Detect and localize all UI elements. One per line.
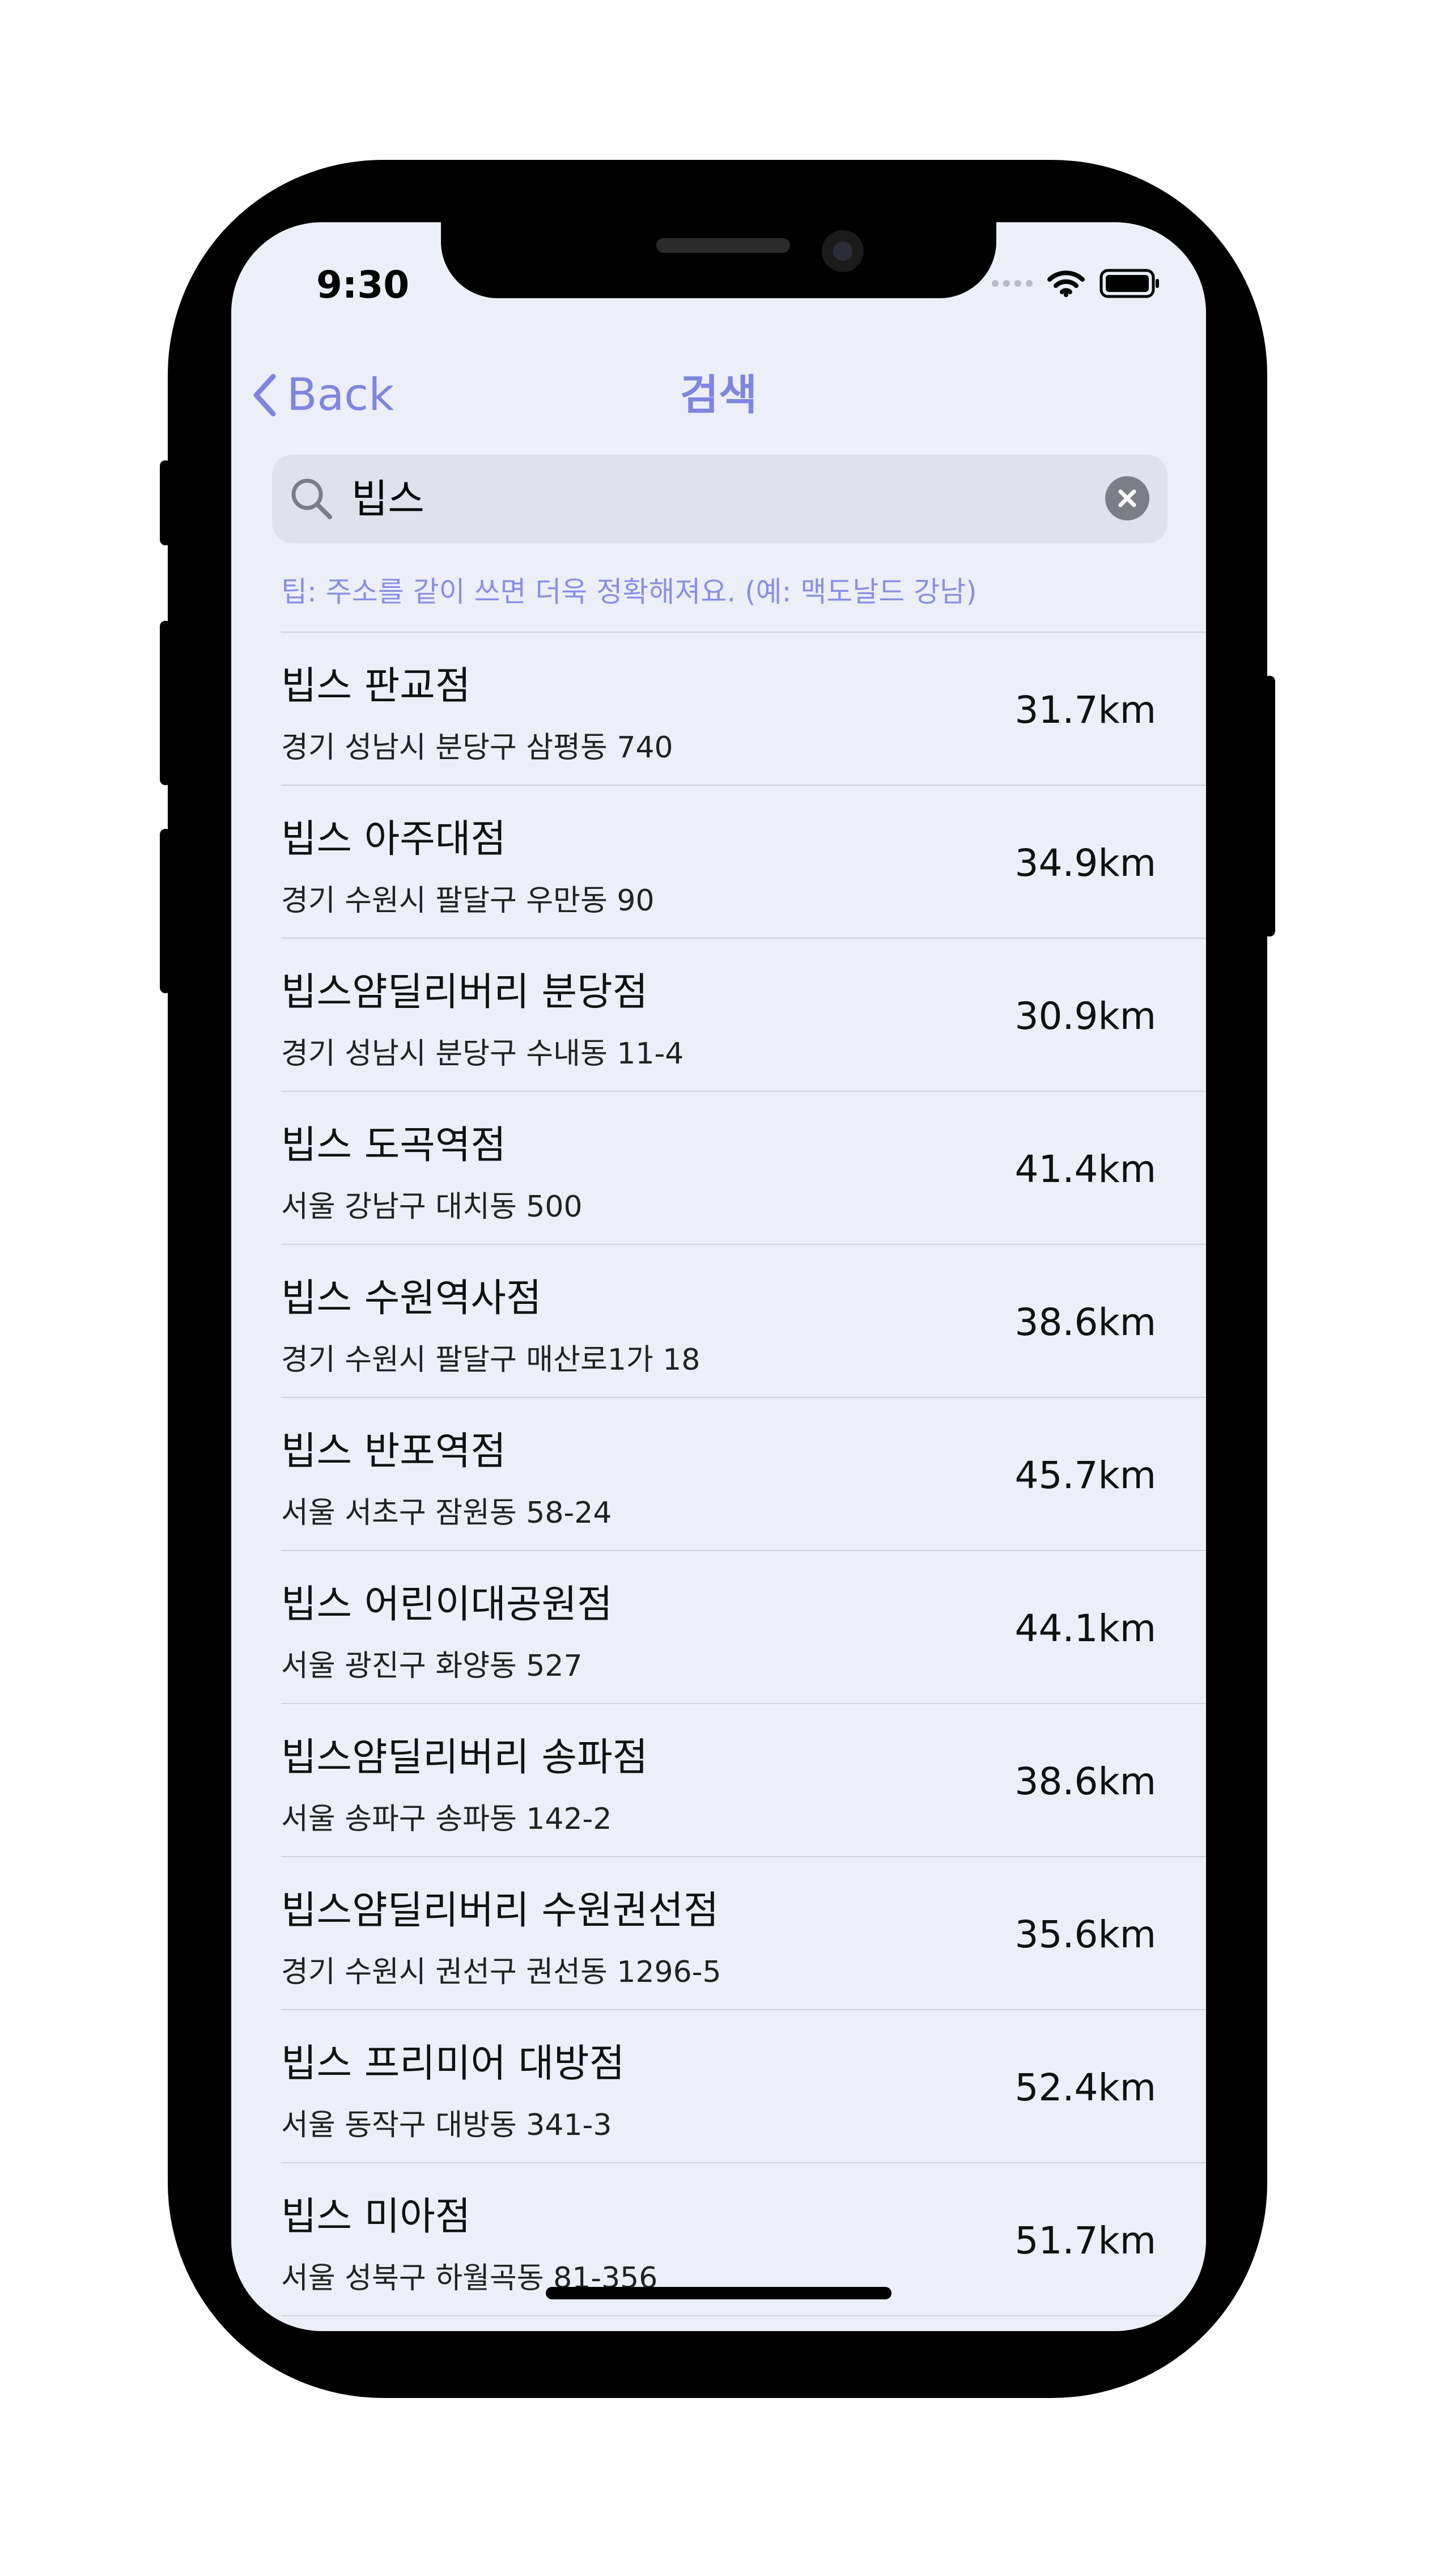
place-address: 경기 수원시 팔달구 매산로1가 18 [281, 1343, 700, 1377]
front-camera [822, 230, 864, 272]
navigation-bar: Back 검색 [231, 361, 1206, 429]
place-name: 빕스 도곡역점 [281, 1123, 506, 1168]
place-address: 서울 광진구 화양동 527 [281, 1649, 583, 1683]
place-address: 서울 송파구 송파동 142-2 [281, 1802, 612, 1836]
list-item[interactable]: 빕스얌딜리버리 송파점서울 송파구 송파동 142-2 38.6km [231, 1704, 1206, 1857]
place-name: 빕스얌딜리버리 수원권선점 [281, 1888, 719, 1933]
screen: 9:30 Back 검색 빕스 팁: 주소를 같이 쓰면 더욱 정확해져요. (… [231, 222, 1206, 2331]
notch [441, 222, 996, 298]
place-name: 빕스얌딜리버리 송파점 [281, 1735, 648, 1780]
wifi-icon [1047, 270, 1085, 297]
list-item[interactable]: 빕스얌딜리버리 분당점경기 성남시 분당구 수내동 11-4 30.9km [231, 939, 1206, 1092]
place-distance: 30.9km [1014, 994, 1156, 1038]
close-icon [1118, 489, 1136, 507]
place-distance: 35.6km [1014, 1913, 1156, 1956]
place-address: 경기 수원시 팔달구 우만동 90 [281, 884, 655, 918]
place-name: 빕스 프리미어 대방점 [281, 2041, 625, 2086]
home-indicator[interactable] [546, 2287, 891, 2299]
place-distance: 52.4km [1014, 2066, 1156, 2109]
place-name: 빕스 수원역사점 [281, 1276, 542, 1321]
place-address: 경기 성남시 분당구 수내동 11-4 [281, 1037, 684, 1071]
place-address: 서울 동작구 대방동 341-3 [281, 2108, 612, 2142]
place-address: 서울 서초구 잠원동 58-24 [281, 1496, 612, 1530]
place-distance: 31.7km [1014, 688, 1156, 732]
place-distance: 38.6km [1014, 1760, 1156, 1803]
list-item[interactable]: 빕스 도곡역점서울 강남구 대치동 500 41.4km [231, 1092, 1206, 1245]
list-item[interactable]: 빕스 어린이대공원점서울 광진구 화양동 527 44.1km [231, 1551, 1206, 1704]
page-title: 검색 [680, 371, 758, 420]
clear-search-button[interactable] [1105, 476, 1149, 520]
list-item[interactable]: 빕스 반포역점서울 서초구 잠원동 58-24 45.7km [231, 1398, 1206, 1551]
search-bar[interactable]: 빕스 [272, 455, 1167, 543]
place-address: 경기 성남시 분당구 삼평동 740 [281, 731, 673, 765]
search-input[interactable]: 빕스 [351, 455, 424, 543]
power-button [1264, 676, 1275, 937]
place-distance: 34.9km [1014, 841, 1156, 885]
place-name: 빕스 아주대점 [281, 817, 506, 862]
place-distance: 45.7km [1014, 1454, 1156, 1497]
volume-up-button [160, 621, 171, 785]
battery-icon [1099, 269, 1159, 298]
place-distance: 41.4km [1014, 1147, 1156, 1191]
status-icons [992, 269, 1161, 298]
place-distance: 44.1km [1014, 1607, 1156, 1650]
place-name: 빕스 미아점 [281, 2194, 471, 2239]
silent-switch [160, 460, 171, 545]
list-item[interactable]: 빕스 프리미어 대방점서울 동작구 대방동 341-3 52.4km [231, 2010, 1206, 2163]
search-tip: 팁: 주소를 같이 쓰면 더욱 정확해져요. (예: 맥도날드 강남) [281, 575, 977, 608]
list-item[interactable]: 빕스 판교점경기 성남시 분당구 삼평동 740 31.7km [231, 633, 1206, 786]
list-item[interactable]: 빕스얌딜리버리 수원권선점경기 수원시 권선구 권선동 1296-5 35.6km [231, 1857, 1206, 2010]
place-distance: 51.7km [1014, 2219, 1156, 2263]
signal-dots-icon [992, 280, 1033, 287]
search-icon [291, 478, 332, 519]
volume-down-button [160, 829, 171, 993]
place-name: 빕스 반포역점 [281, 1429, 506, 1474]
results-list: 빕스 판교점 경기 성남시 분당구 삼평동 740 31.7km 빕스 아주대점 경기 … [231, 633, 1206, 2316]
place-address: 경기 수원시 권선구 권선동 1296-5 [281, 1955, 721, 1989]
place-distance: 38.6km [1014, 1300, 1156, 1344]
list-item[interactable]: 빕스 아주대점경기 수원시 팔달구 우만동 90 34.9km [231, 786, 1206, 939]
place-address: 서울 강남구 대치동 500 [281, 1190, 583, 1224]
list-item[interactable]: 빕스 수원역사점경기 수원시 팔달구 매산로1가 18 38.6km [231, 1245, 1206, 1398]
status-time: 9:30 [316, 263, 410, 307]
place-name: 빕스 판교점 [281, 664, 471, 709]
place-name: 빕스 어린이대공원점 [281, 1582, 613, 1627]
speaker-grille [656, 238, 790, 253]
place-name: 빕스얌딜리버리 분당점 [281, 970, 648, 1015]
